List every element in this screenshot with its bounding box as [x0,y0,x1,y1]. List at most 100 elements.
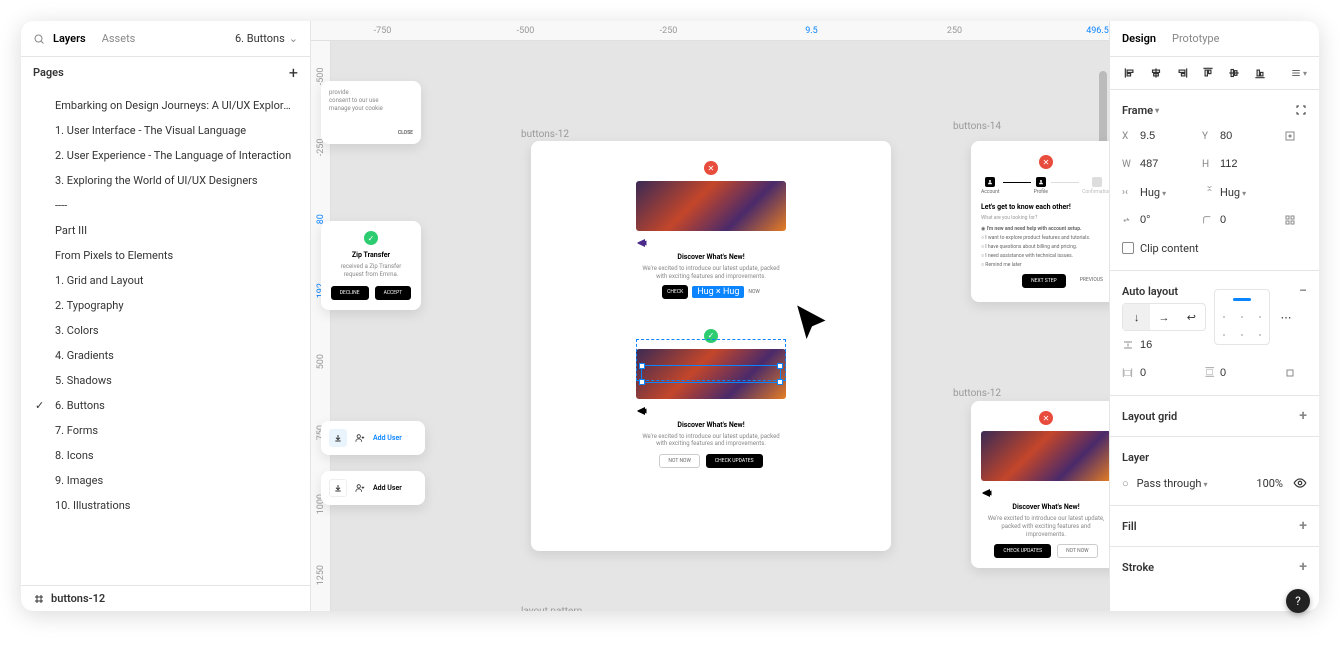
h-input[interactable] [1220,158,1278,170]
autolayout-more-icon[interactable]: ⋯ [1278,309,1294,325]
wizard-option[interactable]: ○ Remind me later [981,262,1109,268]
pages-list[interactable]: Embarking on Design Journeys: A UI/UX Ex… [21,89,310,585]
remove-autolayout[interactable]: − [1299,283,1307,299]
wizard-option[interactable]: ○ I need assistance with technical issue… [981,253,1109,259]
visibility-icon[interactable] [1293,476,1307,490]
frame-fit-icon[interactable] [1295,104,1307,116]
page-item[interactable]: 1. Grid and Layout [21,268,310,293]
right-tabs: Design Prototype [1110,21,1319,57]
add-user-label[interactable]: Add User [373,484,402,492]
check-updates-button[interactable]: CHECK UPDATES [706,454,763,468]
align-left-icon[interactable] [1122,65,1138,81]
page-item[interactable]: 10. Illustrations [21,493,310,518]
page-item[interactable]: ---- [21,193,310,218]
wizard-option[interactable]: ◉ I'm new and need help with account set… [981,226,1109,232]
page-item[interactable]: 9. Images [21,468,310,493]
page-item[interactable]: Embarking on Design Journeys: A UI/UX Ex… [21,93,310,118]
add-stroke[interactable]: + [1299,559,1307,575]
padh-input[interactable] [1140,367,1198,379]
x-input[interactable] [1140,130,1198,142]
selected-layer-row[interactable]: buttons-12 [21,585,310,611]
discover-body: We're excited to introduce our latest up… [636,433,786,449]
add-user-label[interactable]: Add User [373,434,402,442]
w-input[interactable] [1140,158,1198,170]
not-now-button[interactable]: NOT NOW [659,454,700,468]
add-layout-grid[interactable]: + [1299,408,1307,424]
per-corner-icon[interactable] [1282,212,1298,228]
download-icon[interactable] [329,479,347,497]
frame-label[interactable]: layout pattern [521,606,582,611]
radius-input[interactable] [1220,214,1278,226]
stroke-label: Stroke [1122,561,1154,574]
accept-button[interactable]: ACCEPT [375,286,412,300]
add-fill[interactable]: + [1299,518,1307,534]
check-updates-button[interactable]: CHECK UPDATES [994,544,1051,558]
page-item[interactable]: 2. User Experience - The Language of Int… [21,143,310,168]
abs-position-icon[interactable] [1282,128,1298,144]
page-item[interactable]: 3. Exploring the World of UI/UX Designer… [21,168,310,193]
search-icon[interactable] [33,33,45,45]
page-selector[interactable]: 6. Buttons ⌄ [235,32,298,45]
direction-segmented[interactable]: ↓ → ↩ [1122,303,1206,331]
page-item[interactable]: 8. Icons [21,443,310,468]
page-item[interactable]: 4. Gradients [21,343,310,368]
layer-section: Layer ○ Pass through▾ 100% [1110,437,1319,506]
page-item[interactable]: 7. Forms [21,418,310,443]
decline-button[interactable]: DECLINE [331,286,369,300]
alignment-grid[interactable] [1214,289,1270,345]
check-button[interactable]: CHECK [662,285,688,299]
wizard-option[interactable]: ○ I want to explore product features and… [981,235,1109,241]
dir-wrap-icon[interactable]: ↩ [1178,304,1205,330]
wizard-option[interactable]: ○ I have questions about billing and pri… [981,244,1109,250]
padv-input[interactable] [1220,367,1278,379]
frame-label[interactable]: buttons-12 [953,388,1001,399]
tab-prototype[interactable]: Prototype [1172,32,1219,45]
page-item[interactable]: 1. User Interface - The Visual Language [21,118,310,143]
page-item[interactable]: 6. Buttons✓ [21,393,310,418]
tab-assets[interactable]: Assets [102,32,136,45]
per-side-padding-icon[interactable] [1282,365,1298,381]
canvas[interactable]: -750-500-2509.5250496.575010001250 -500-… [311,21,1109,611]
dir-vertical-icon[interactable]: ↓ [1123,304,1150,330]
opacity-value[interactable]: 100% [1256,477,1283,490]
megaphone-icon [636,237,786,249]
frame-title-row[interactable]: Frame▾ [1122,98,1307,122]
page-item[interactable]: 5. Shadows [21,368,310,393]
align-hcenter-icon[interactable] [1148,65,1164,81]
rotation-input[interactable] [1140,214,1198,226]
dir-horizontal-icon[interactable]: → [1150,304,1177,330]
align-vcenter-icon[interactable] [1226,65,1242,81]
align-bottom-icon[interactable] [1252,65,1268,81]
canvas-inner[interactable]: provide consent to our use manage your c… [331,41,1109,611]
hsize-value[interactable]: Hug▾ [1140,186,1198,199]
previous-button[interactable]: PREVIOUS [1072,274,1109,288]
download-icon[interactable] [329,429,347,447]
cookie-close-button[interactable]: CLOSE [329,130,413,136]
tab-layers[interactable]: Layers [53,32,86,45]
frame-label[interactable]: buttons-14 [953,121,1001,132]
gap-input[interactable] [1140,339,1198,351]
blend-mode[interactable]: Pass through▾ [1137,477,1253,490]
clip-content-row[interactable]: Clip content [1122,234,1307,262]
align-right-icon[interactable] [1174,65,1190,81]
page-item[interactable]: 2. Typography [21,293,310,318]
help-button[interactable]: ? [1286,589,1310,613]
page-item[interactable]: From Pixels to Elements [21,243,310,268]
close-icon[interactable]: ✕ [704,161,718,175]
frame-section-label: Frame [1122,104,1153,117]
y-input[interactable] [1220,130,1278,142]
add-page-button[interactable]: + [289,63,298,82]
checkbox-icon[interactable] [1122,242,1134,254]
vsize-icon: ›‹ [1204,185,1215,199]
close-icon[interactable]: ✕ [1039,155,1053,169]
close-icon[interactable]: ✕ [1039,411,1053,425]
next-step-button[interactable]: NEXT STEP [1022,274,1066,288]
more-align-icon[interactable]: ▾ [1291,65,1307,81]
page-item[interactable]: Part III [21,218,310,243]
align-top-icon[interactable] [1200,65,1216,81]
frame-label[interactable]: buttons-12 [521,129,569,140]
page-item[interactable]: 3. Colors [21,318,310,343]
tab-design[interactable]: Design [1122,32,1156,45]
vsize-value[interactable]: Hug▾ [1220,186,1278,199]
not-now-button[interactable]: NOT NOW [1057,544,1098,558]
